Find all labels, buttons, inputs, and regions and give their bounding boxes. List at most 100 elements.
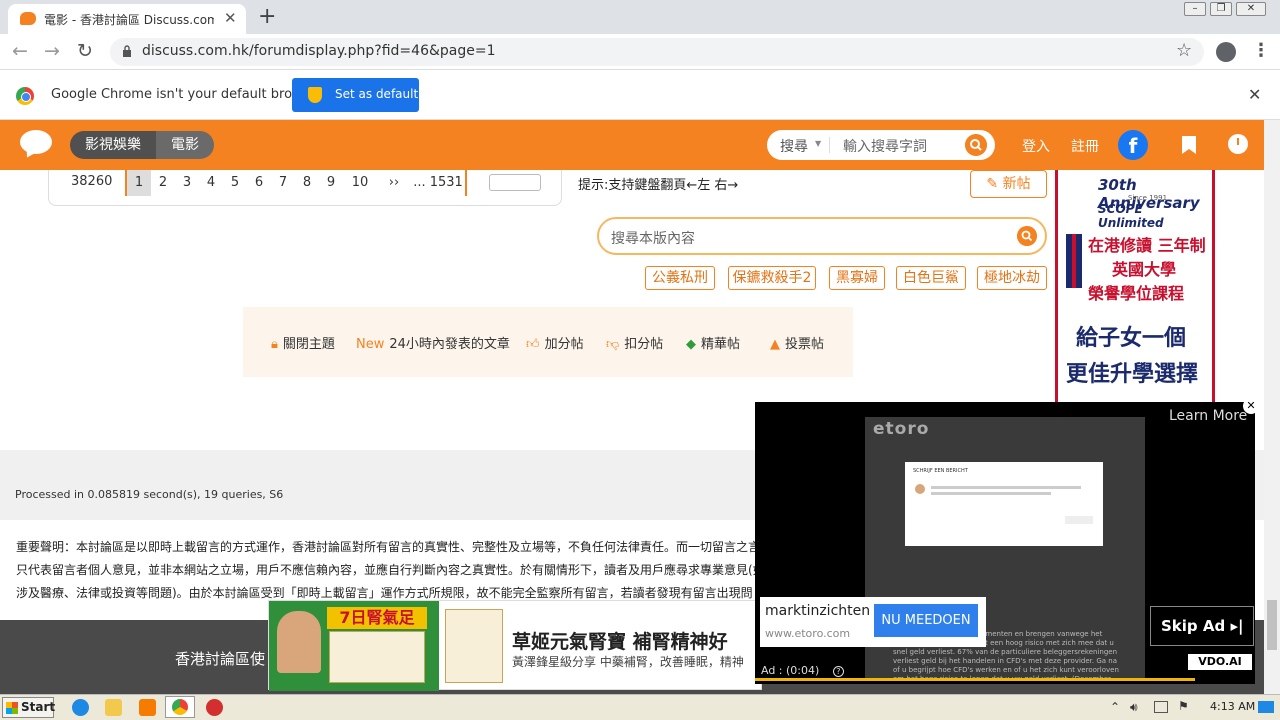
new-post-button[interactable]: ✎ 新帖 <box>970 170 1047 198</box>
tag-link[interactable]: 保鑣救殺手2 <box>728 266 816 290</box>
reload-icon[interactable]: ↻ <box>77 40 93 62</box>
thumbs-down-icon: 👎︎ <box>606 337 620 352</box>
tag-link[interactable]: 極地冰劫 <box>977 266 1047 290</box>
page-link[interactable]: 3 <box>175 170 199 196</box>
filter-minus[interactable]: 👎︎ 扣分帖 <box>606 333 663 352</box>
info-icon[interactable]: ? <box>832 666 844 677</box>
new-tab-button[interactable]: + <box>258 4 276 29</box>
page-jump-input[interactable] <box>489 174 541 191</box>
filter-poll[interactable]: ▲ 投票帖 <box>770 333 824 352</box>
window-close-button[interactable]: ✕ <box>1236 2 1266 16</box>
vdo-ai-badge[interactable]: VDO.AI <box>1188 654 1252 670</box>
filter-digest[interactable]: ◆ 精華帖 <box>686 333 740 352</box>
scrollbar-thumb[interactable] <box>1267 600 1277 650</box>
avatar <box>915 484 925 494</box>
video-dialog-title: SCHRIJF EEN BERICHT <box>913 468 968 474</box>
set-as-default-button[interactable]: Set as default <box>292 78 419 112</box>
search-divider <box>829 137 830 153</box>
start-button[interactable]: Start <box>2 697 55 718</box>
ad-timer: Ad : (0:04) ? <box>761 664 844 677</box>
site-search-box[interactable]: 搜尋 ▼ 輸入搜尋字詞 <box>767 130 995 160</box>
skip-ad-button[interactable]: Skip Ad ▸| <box>1150 606 1254 646</box>
facebook-icon[interactable]: f <box>1118 130 1148 160</box>
register-link[interactable]: 註冊 <box>1071 136 1099 156</box>
page-link[interactable]: 5 <box>223 170 247 196</box>
volume-icon[interactable]: 🔊︎ <box>1130 700 1138 715</box>
minimize-button[interactable]: – <box>1184 2 1206 16</box>
page-scrollbar[interactable] <box>1264 120 1280 694</box>
tab-title: 電影 - 香港討論區 Discuss.com.hk - <box>44 13 214 27</box>
profile-avatar-icon[interactable] <box>1216 42 1236 62</box>
close-icon[interactable]: ✕ <box>1243 398 1259 414</box>
url-text: discuss.com.hk/forumdisplay.php?fid=46&p… <box>142 43 496 59</box>
video-dialog-image: SCHRIJF EEN BERICHT <box>905 462 1103 546</box>
cta-button[interactable]: NU MEEDOEN <box>874 604 978 637</box>
filter-closed[interactable]: 🔒︎ 關閉主題 <box>271 333 335 352</box>
search-input[interactable]: 輸入搜尋字詞 <box>843 136 927 156</box>
folder-icon[interactable] <box>105 699 122 716</box>
page-link[interactable]: 8 <box>295 170 319 196</box>
chevron-down-icon: ▼ <box>815 139 822 148</box>
search-icon[interactable] <box>965 134 987 156</box>
tag-link[interactable]: 公義私刑 <box>645 266 715 290</box>
bottom-banner-ad[interactable]: 7日腎氣足 草姬元氣腎寶 補腎精神好 黃澤鋒星級分享 中藥補腎，改善睡眠，精神 <box>268 600 762 691</box>
tag-link[interactable]: 白色巨鯊 <box>896 266 966 290</box>
board-search-box[interactable]: 搜尋本版內容 <box>597 217 1047 255</box>
banner-person-image <box>277 611 321 673</box>
filter-recent[interactable]: New 24小時內發表的文章 <box>356 333 510 352</box>
page-link[interactable]: 4 <box>199 170 223 196</box>
browser-toolbar: ← → ↻ discuss.com.hk/forumdisplay.php?fi… <box>0 34 1280 70</box>
text-line <box>931 486 1081 489</box>
stop-icon[interactable] <box>206 699 223 716</box>
tag-link[interactable]: 黑寡婦 <box>829 266 885 290</box>
network-icon[interactable] <box>1154 701 1168 713</box>
video-ad-player[interactable]: etoro SCHRIJF EEN BERICHT CFD's zijn com… <box>755 398 1259 684</box>
show-desktop-icon[interactable] <box>1258 701 1274 713</box>
lock-icon: 🔒︎ <box>271 337 278 352</box>
page-link-current[interactable]: 1 <box>127 170 151 196</box>
page-link[interactable]: 9 <box>319 170 343 196</box>
breadcrumb-entertainment[interactable]: 影視娛樂 <box>70 131 156 159</box>
tray-expand-icon[interactable]: ⌃ <box>1110 700 1120 714</box>
login-link[interactable]: 登入 <box>1022 136 1050 156</box>
filter-plus[interactable]: 👍︎ 加分帖 <box>526 333 584 352</box>
flag-icon[interactable]: ⚑ <box>1178 699 1189 713</box>
last-page-link[interactable]: ... 1531 <box>411 170 467 196</box>
discuss-logo-icon[interactable] <box>20 130 52 154</box>
page-link[interactable]: 10 <box>343 170 377 196</box>
tab-close-icon[interactable]: ✕ <box>224 9 237 27</box>
banner-image: 7日腎氣足 <box>269 601 439 691</box>
lock-icon <box>123 45 131 57</box>
learn-more-link[interactable]: Learn More <box>1169 408 1247 424</box>
side-banner-ad[interactable]: 30th Anniversary Since 1991 SCOPE Unlimi… <box>1055 170 1215 402</box>
media-player-icon[interactable] <box>139 699 156 716</box>
next-page-link[interactable]: ›› <box>377 170 411 196</box>
browser-tab[interactable]: 電影 - 香港討論區 Discuss.com.hk - ✕ <box>8 4 246 34</box>
back-icon[interactable]: ← <box>12 40 28 62</box>
restore-button[interactable]: ❐ <box>1210 2 1232 16</box>
forward-icon[interactable]: → <box>44 40 60 62</box>
browser-menu-icon[interactable]: ⋮ <box>1252 40 1270 61</box>
infobar-close-icon[interactable]: ✕ <box>1248 85 1261 104</box>
address-bar[interactable]: discuss.com.hk/forumdisplay.php?fid=46&p… <box>110 38 1204 66</box>
ad-line1: 在港修讀 三年制 <box>1088 236 1206 255</box>
page-link[interactable]: 6 <box>247 170 271 196</box>
page-link[interactable]: 2 <box>151 170 175 196</box>
page-link[interactable]: 7 <box>271 170 295 196</box>
board-search-input[interactable]: 搜尋本版內容 <box>611 228 695 248</box>
ad-timer-text: Ad : (0:04) <box>761 664 820 677</box>
etoro-logo: etoro <box>873 419 930 439</box>
keyboard-hint: 提示:支持鍵盤翻頁←左 右→ <box>578 178 739 193</box>
bookmark-icon[interactable] <box>1182 136 1196 154</box>
ad-brand: SCOPE Unlimited <box>1098 202 1164 230</box>
search-icon[interactable] <box>1017 226 1037 246</box>
disclaimer-text: 重要聲明：本討論區是以即時上載留言的方式運作，香港討論區對所有留言的真實性、完整… <box>16 540 773 600</box>
cta-card[interactable]: marktinzichten www.etoro.com NU MEEDOEN <box>760 597 986 647</box>
taskbar-chrome-button[interactable] <box>165 696 195 718</box>
search-scope-select[interactable]: 搜尋 <box>780 136 808 156</box>
bookmark-star-icon[interactable]: ☆ <box>1176 40 1192 61</box>
history-clock-icon[interactable] <box>1228 134 1248 154</box>
breadcrumb-movies[interactable]: 電影 <box>156 131 214 159</box>
system-clock[interactable]: 4:13 AM <box>1210 700 1255 713</box>
ie-icon[interactable] <box>72 699 89 716</box>
